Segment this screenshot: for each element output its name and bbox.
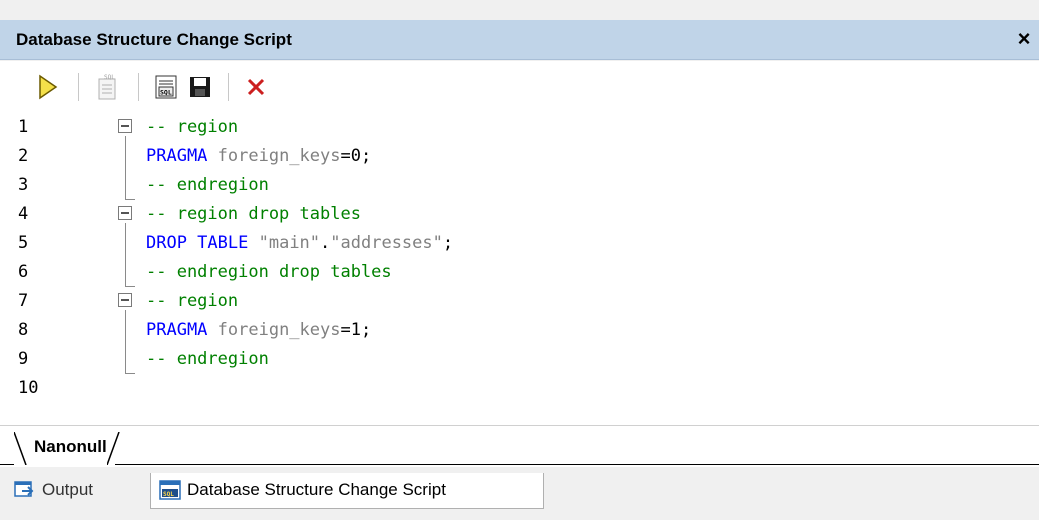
code-token: ; [442, 233, 454, 253]
svg-text:SQL: SQL [160, 89, 172, 97]
code-token: 0 [350, 146, 361, 166]
line-number: 7 [18, 291, 29, 311]
line-number: 9 [18, 349, 29, 369]
code-line[interactable]: 2 PRAGMA foreign_keys=0; [0, 142, 1039, 171]
tab-database-structure-change-script[interactable]: SQL Database Structure Change Script [150, 473, 544, 509]
code-token: PRAGMA [146, 320, 208, 340]
fold-end-marker [125, 199, 135, 200]
execute-icon[interactable] [34, 73, 62, 101]
code-token: ; [360, 146, 372, 166]
code-token: = [340, 146, 351, 166]
code-token: foreign_keys [207, 146, 341, 166]
close-icon[interactable]: × [1011, 26, 1037, 52]
code-token: = [340, 320, 351, 340]
code-text: -- endregion drop tables [146, 258, 392, 287]
code-token: PRAGMA [146, 146, 208, 166]
toolbar-separator [138, 73, 139, 101]
line-number: 1 [18, 117, 29, 137]
code-token: -- region [146, 291, 239, 311]
code-token: -- endregion [146, 175, 269, 195]
tab-baseline [0, 464, 1039, 465]
change-script-window: Database Structure Change Script × SQL S… [0, 0, 1039, 520]
code-line[interactable]: 9 -- endregion [0, 345, 1039, 374]
code-token: "addresses" [330, 233, 443, 253]
connection-tab-nanonull[interactable]: Nanonull [14, 432, 120, 465]
fold-guide [125, 223, 126, 287]
sql-script-tab-icon: SQL [159, 480, 181, 500]
close-red-x-icon[interactable] [242, 73, 270, 101]
code-token: DROP TABLE [146, 233, 249, 253]
line-number: 10 [18, 378, 39, 398]
code-token: 1 [350, 320, 361, 340]
panel-titlebar: Database Structure Change Script × [0, 20, 1039, 60]
output-icon [14, 481, 34, 497]
fold-guide [125, 310, 126, 374]
code-token: . [320, 233, 331, 253]
code-text: DROP TABLE "main"."addresses"; [146, 229, 453, 258]
tab-output-label: Output [42, 480, 94, 499]
tab-output[interactable]: Output [6, 473, 146, 509]
line-number: 8 [18, 320, 29, 340]
line-number: 3 [18, 175, 29, 195]
code-line[interactable]: 8 PRAGMA foreign_keys=1; [0, 316, 1039, 345]
code-line[interactable]: 4 -- region drop tables [0, 200, 1039, 229]
code-text: -- region drop tables [146, 200, 361, 229]
code-text: -- endregion [146, 345, 269, 374]
code-text: -- region [146, 113, 238, 142]
open-sql-editor-icon[interactable]: SQL [152, 73, 180, 101]
code-line[interactable]: 3 -- endregion [0, 171, 1039, 200]
code-token: -- region drop tables [146, 204, 361, 224]
code-line[interactable]: 5 DROP TABLE "main"."addresses"; [0, 229, 1039, 258]
code-text: PRAGMA foreign_keys=0; [146, 142, 371, 171]
code-token: -- region [146, 117, 239, 137]
toolbar-separator [78, 73, 79, 101]
line-number: 6 [18, 262, 29, 282]
fold-end-marker [125, 373, 135, 374]
script-toolbar: SQL SQL [0, 61, 1039, 113]
code-line[interactable]: 7 -- region [0, 287, 1039, 316]
tab-script-label: Database Structure Change Script [187, 480, 446, 499]
fold-end-marker [125, 286, 135, 287]
code-token: ; [360, 320, 372, 340]
svg-text:SQL: SQL [163, 491, 174, 498]
sql-editor[interactable]: 1 -- region 2 PRAGMA foreign_keys=0; 3 -- end… [0, 113, 1039, 425]
code-line[interactable]: 1 -- region [0, 113, 1039, 142]
fold-guide [125, 136, 126, 200]
code-token: "main" [258, 233, 321, 253]
panel-title: Database Structure Change Script [16, 30, 292, 49]
fold-collapse-icon[interactable] [118, 119, 132, 133]
code-text: -- region [146, 287, 238, 316]
code-token: foreign_keys [207, 320, 341, 340]
code-line[interactable]: 6 -- endregion drop tables [0, 258, 1039, 287]
tab-left-edge [14, 432, 27, 465]
connection-tab-label: Nanonull [34, 437, 107, 456]
fold-collapse-icon[interactable] [118, 293, 132, 307]
line-number: 2 [18, 146, 29, 166]
tab-right-edge [106, 432, 120, 465]
code-text: PRAGMA foreign_keys=1; [146, 316, 371, 345]
sql-script-icon[interactable]: SQL [92, 73, 120, 101]
fold-collapse-icon[interactable] [118, 206, 132, 220]
save-icon[interactable] [186, 73, 214, 101]
code-token: -- endregion [146, 349, 269, 369]
line-number: 5 [18, 233, 29, 253]
bottom-tab-bar: Output SQL Database Structure Change Scr… [0, 467, 1039, 520]
connection-tab-strip: Nanonull [0, 425, 1039, 467]
svg-text:SQL: SQL [104, 74, 115, 81]
code-token: -- endregion drop tables [146, 262, 392, 282]
code-text: -- endregion [146, 171, 269, 200]
line-number: 4 [18, 204, 29, 224]
toolbar-separator [228, 73, 229, 101]
code-line[interactable]: 10 [0, 374, 1039, 403]
